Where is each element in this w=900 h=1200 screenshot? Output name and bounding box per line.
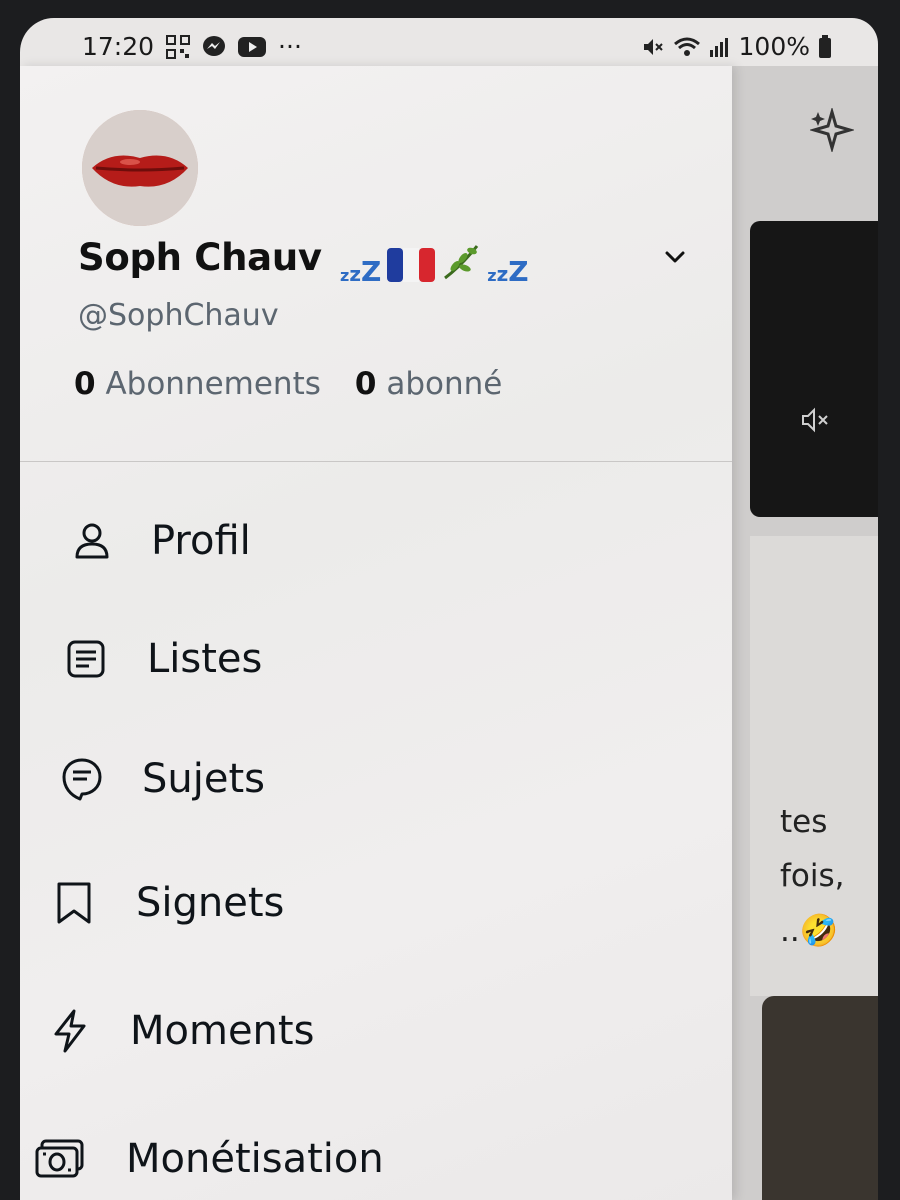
topics-icon xyxy=(60,757,104,801)
feed-image[interactable] xyxy=(762,996,878,1200)
display-name[interactable]: Soph Chauv xyxy=(78,236,322,279)
status-bar: 17:20 ··· 100% xyxy=(20,18,878,70)
battery-icon xyxy=(818,34,832,59)
qr-code-icon xyxy=(166,34,191,59)
list-icon xyxy=(64,637,108,681)
handle[interactable]: @SophChauv xyxy=(78,298,279,333)
mute-icon xyxy=(641,35,665,59)
herb-icon xyxy=(441,242,481,286)
battery-percent: 100% xyxy=(738,32,810,61)
sparkle-icon[interactable] xyxy=(808,106,856,156)
following-link[interactable]: 0 Abonnements xyxy=(74,366,321,402)
zzz-emoji: zzZ xyxy=(340,255,382,288)
youtube-icon xyxy=(238,36,267,58)
france-flag-icon xyxy=(387,248,436,286)
menu-item-monetisation[interactable]: Monétisation xyxy=(20,1114,732,1200)
background-feed: tes fois, ..🤣 xyxy=(732,66,878,1200)
menu-item-signets[interactable]: Signets xyxy=(20,858,732,948)
tweet-text-fragment: fois, xyxy=(780,858,845,894)
menu-item-sujets[interactable]: Sujets xyxy=(20,734,732,824)
tweet-text-fragment: ..🤣 xyxy=(780,913,839,949)
menu-item-label: Monétisation xyxy=(126,1136,384,1182)
avatar[interactable] xyxy=(82,110,198,226)
followers-label: abonné xyxy=(386,366,503,402)
followers-count: 0 xyxy=(354,366,377,402)
person-icon xyxy=(70,519,114,563)
menu-item-label: Listes xyxy=(147,636,263,682)
following-label: Abonnements xyxy=(105,366,321,402)
signal-icon xyxy=(709,36,731,58)
bookmark-icon xyxy=(52,881,96,925)
follow-stats: 0 Abonnements 0 abonné xyxy=(74,366,502,402)
messenger-icon xyxy=(202,35,226,59)
money-icon xyxy=(34,1137,86,1181)
chevron-down-icon[interactable] xyxy=(660,242,690,276)
side-drawer: Soph Chauv zzZ zzZ @SophChauv 0 Abonneme… xyxy=(20,66,732,1200)
menu-item-label: Sujets xyxy=(142,756,265,802)
phone-screen: 17:20 ··· 100% tes fois, ..🤣 Soph Chauv … xyxy=(20,18,878,1200)
feed-tweet-card[interactable]: tes fois, ..🤣 xyxy=(750,536,878,996)
menu-item-label: Signets xyxy=(136,880,285,926)
status-time: 17:20 xyxy=(82,32,155,61)
menu-item-listes[interactable]: Listes xyxy=(20,614,732,704)
status-more-dots: ··· xyxy=(278,32,302,61)
feed-video[interactable] xyxy=(750,221,878,517)
zzz-emoji: zzZ xyxy=(487,255,529,288)
menu-item-profil[interactable]: Profil xyxy=(20,496,732,586)
menu-item-label: Profil xyxy=(151,518,251,564)
wifi-icon xyxy=(673,36,701,58)
followers-link[interactable]: 0 abonné xyxy=(355,366,502,402)
menu-item-moments[interactable]: Moments xyxy=(20,986,732,1076)
avatar-lips-image xyxy=(82,110,198,226)
following-count: 0 xyxy=(74,366,96,402)
video-mute-icon[interactable] xyxy=(800,406,832,441)
menu-item-label: Moments xyxy=(130,1008,315,1054)
name-emojis: zzZ zzZ xyxy=(340,236,529,286)
divider xyxy=(20,461,732,462)
status-left: 17:20 ··· xyxy=(82,32,302,61)
tweet-text-fragment: tes xyxy=(780,804,828,840)
lightning-icon xyxy=(48,1009,92,1053)
status-right: 100% xyxy=(641,32,832,61)
